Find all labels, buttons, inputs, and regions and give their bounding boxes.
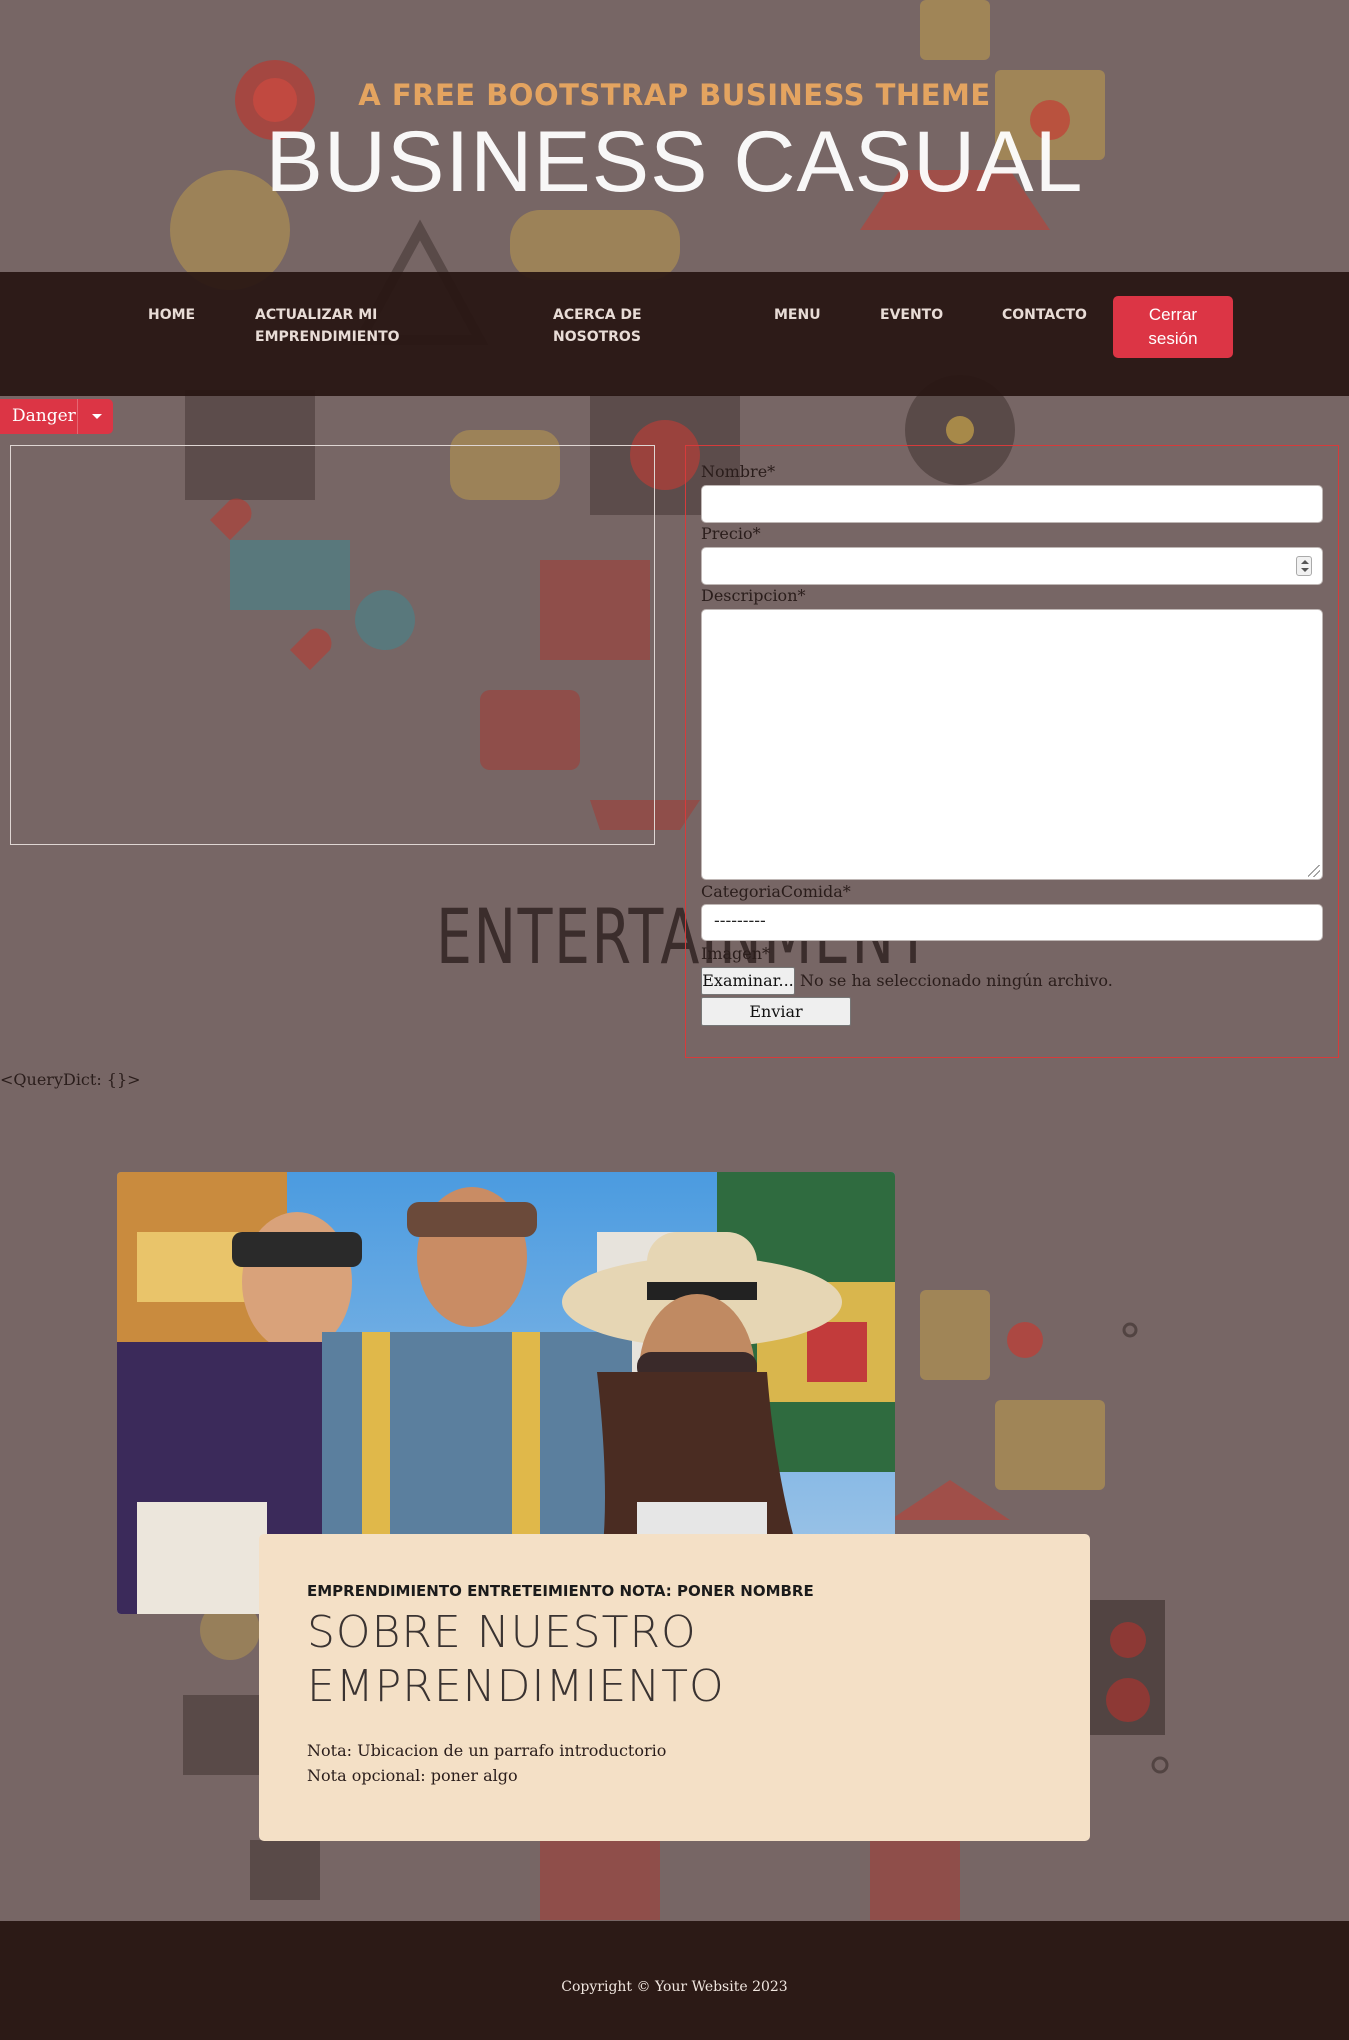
about-heading-upper: EMPRENDIMIENTO ENTRETEIMIENTO NOTA: PONE… xyxy=(307,1582,814,1600)
file-status-text: No se ha seleccionado ningún archivo. xyxy=(800,971,1113,990)
number-spinner-icon[interactable] xyxy=(1296,556,1312,576)
about-paragraph-2: Nota opcional: poner algo xyxy=(307,1766,518,1785)
file-browse-button[interactable]: Examinar... xyxy=(701,967,795,995)
copyright-text: Copyright © Your Website 2023 xyxy=(561,1979,788,1995)
submit-button[interactable]: Enviar xyxy=(701,997,851,1026)
nav-link-home[interactable]: HOME xyxy=(148,304,195,326)
nombre-input[interactable] xyxy=(701,485,1323,523)
logout-button[interactable]: Cerrar sesión xyxy=(1113,296,1233,358)
descripcion-label: Descripcion* xyxy=(701,586,806,605)
site-header: A FREE BOOTSTRAP BUSINESS THEME BUSINESS… xyxy=(0,0,1349,272)
nav-link-evento[interactable]: EVENTO xyxy=(880,304,943,326)
categoria-label: CategoriaComida* xyxy=(701,882,851,901)
querydict-debug-text: <QueryDict: {}> xyxy=(0,1070,141,1089)
precio-label: Precio* xyxy=(701,524,761,543)
about-paragraph-1: Nota: Ubicacion de un parrafo introducto… xyxy=(307,1741,667,1760)
site-heading-lower: BUSINESS CASUAL xyxy=(265,114,1084,210)
categoria-select[interactable]: --------- xyxy=(701,904,1323,941)
about-card: EMPRENDIMIENTO ENTRETEIMIENTO NOTA: PONE… xyxy=(259,1534,1090,1841)
danger-split-button: Danger xyxy=(0,399,113,434)
danger-button[interactable]: Danger xyxy=(0,399,77,434)
nombre-label: Nombre* xyxy=(701,462,776,481)
nav-link-acerca-de-nosotros[interactable]: ACERCA DE NOSOTROS xyxy=(553,304,642,348)
descripcion-textarea[interactable] xyxy=(701,609,1323,880)
nav-link-actualizar-emprendimiento[interactable]: ACTUALIZAR MI EMPRENDIMIENTO xyxy=(255,304,400,348)
resize-handle-icon[interactable] xyxy=(1308,865,1320,877)
danger-dropdown-toggle[interactable] xyxy=(77,399,113,434)
categoria-selected-value: --------- xyxy=(714,911,766,931)
site-footer: Copyright © Your Website 2023 xyxy=(0,1921,1349,2040)
site-heading-upper: A FREE BOOTSTRAP BUSINESS THEME xyxy=(358,78,991,112)
about-heading-lower: SOBRE NUESTRO EMPRENDIMIENTO xyxy=(307,1607,725,1712)
nav-link-contacto[interactable]: CONTACTO xyxy=(1002,304,1087,326)
empty-panel xyxy=(10,445,655,845)
nav-link-menu[interactable]: MENU xyxy=(774,304,821,326)
precio-input[interactable] xyxy=(701,547,1323,585)
imagen-label: Imagen* xyxy=(701,944,771,963)
